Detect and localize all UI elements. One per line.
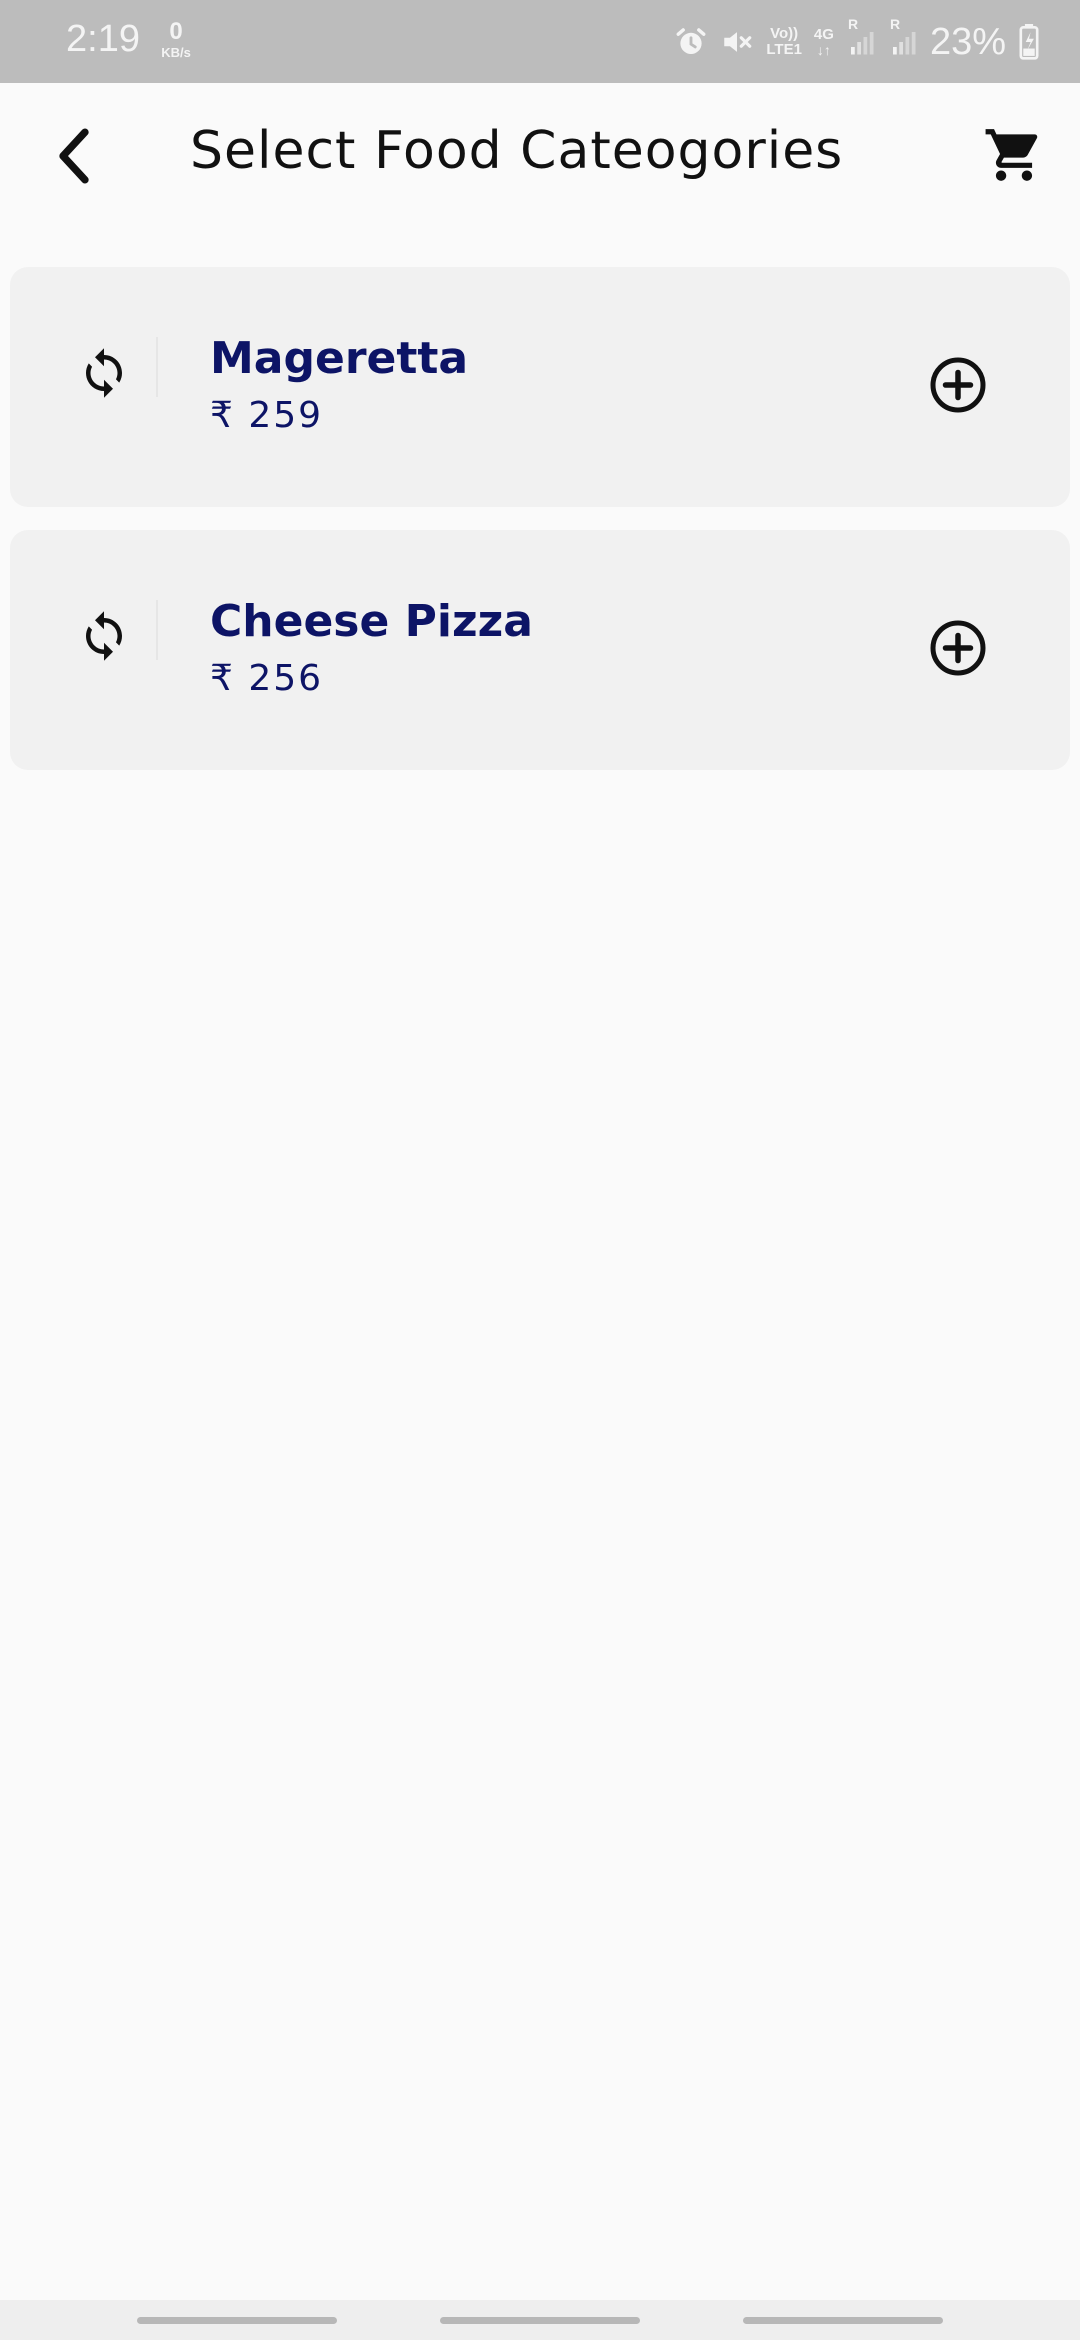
- status-bar: 2:19 0 KB/s Vo)) LTE1 4G ↓↑ R R 23%: [0, 0, 1080, 83]
- item-name: Cheese Pizza: [210, 596, 533, 647]
- roaming-indicator: R: [847, 16, 859, 32]
- network-type-label: 4G: [813, 25, 834, 43]
- nav-home-pill[interactable]: [440, 2317, 640, 2324]
- battery-percent: 23%: [929, 20, 1006, 63]
- divider: [156, 600, 158, 660]
- add-item-button[interactable]: [926, 618, 990, 682]
- add-item-button[interactable]: [926, 355, 990, 419]
- mute-icon: [720, 25, 754, 59]
- app-bar: Select Food Cateogories: [0, 83, 1080, 233]
- volte-label: Vo)): [770, 25, 799, 43]
- list-item[interactable]: Mageretta ₹ 259: [10, 267, 1070, 507]
- status-icons: Vo)) LTE1 4G ↓↑ R R 23%: [674, 17, 1040, 66]
- item-price: ₹ 259: [210, 395, 324, 436]
- signal-icon: R: [888, 17, 918, 59]
- page-title: Select Food Cateogories: [190, 121, 844, 181]
- network-speed-value: 0: [169, 18, 183, 45]
- network-speed-unit: KB/s: [161, 45, 191, 60]
- lte-label: LTE1: [766, 41, 802, 58]
- refresh-icon[interactable]: [68, 337, 140, 409]
- data-arrows-icon: 4G ↓↑: [814, 27, 834, 57]
- divider: [156, 337, 158, 397]
- chevron-left-icon: [52, 126, 96, 190]
- back-button[interactable]: [44, 123, 104, 193]
- gesture-nav-bar: [0, 2300, 1080, 2340]
- add-circle-icon: [928, 618, 988, 682]
- status-time: 2:19: [66, 18, 140, 60]
- volte-icon: Vo)) LTE1: [766, 26, 802, 58]
- nav-back-pill[interactable]: [743, 2317, 943, 2324]
- alarm-icon: [674, 25, 708, 59]
- signal-icon: R: [846, 17, 876, 59]
- item-price: ₹ 256: [210, 658, 324, 699]
- food-list: Mageretta ₹ 259 Cheese Pizza ₹ 256: [10, 267, 1070, 793]
- roaming-indicator: R: [889, 16, 901, 32]
- cart-button[interactable]: [978, 121, 1050, 193]
- nav-recents-pill[interactable]: [137, 2317, 337, 2324]
- shopping-cart-icon: [983, 124, 1045, 190]
- list-item[interactable]: Cheese Pizza ₹ 256: [10, 530, 1070, 770]
- add-circle-icon: [928, 355, 988, 419]
- data-arrows-glyph: ↓↑: [816, 41, 831, 58]
- item-name: Mageretta: [210, 333, 469, 384]
- refresh-icon[interactable]: [68, 600, 140, 672]
- network-speed: 0 KB/s: [156, 18, 196, 60]
- battery-charging-icon: [1018, 24, 1040, 60]
